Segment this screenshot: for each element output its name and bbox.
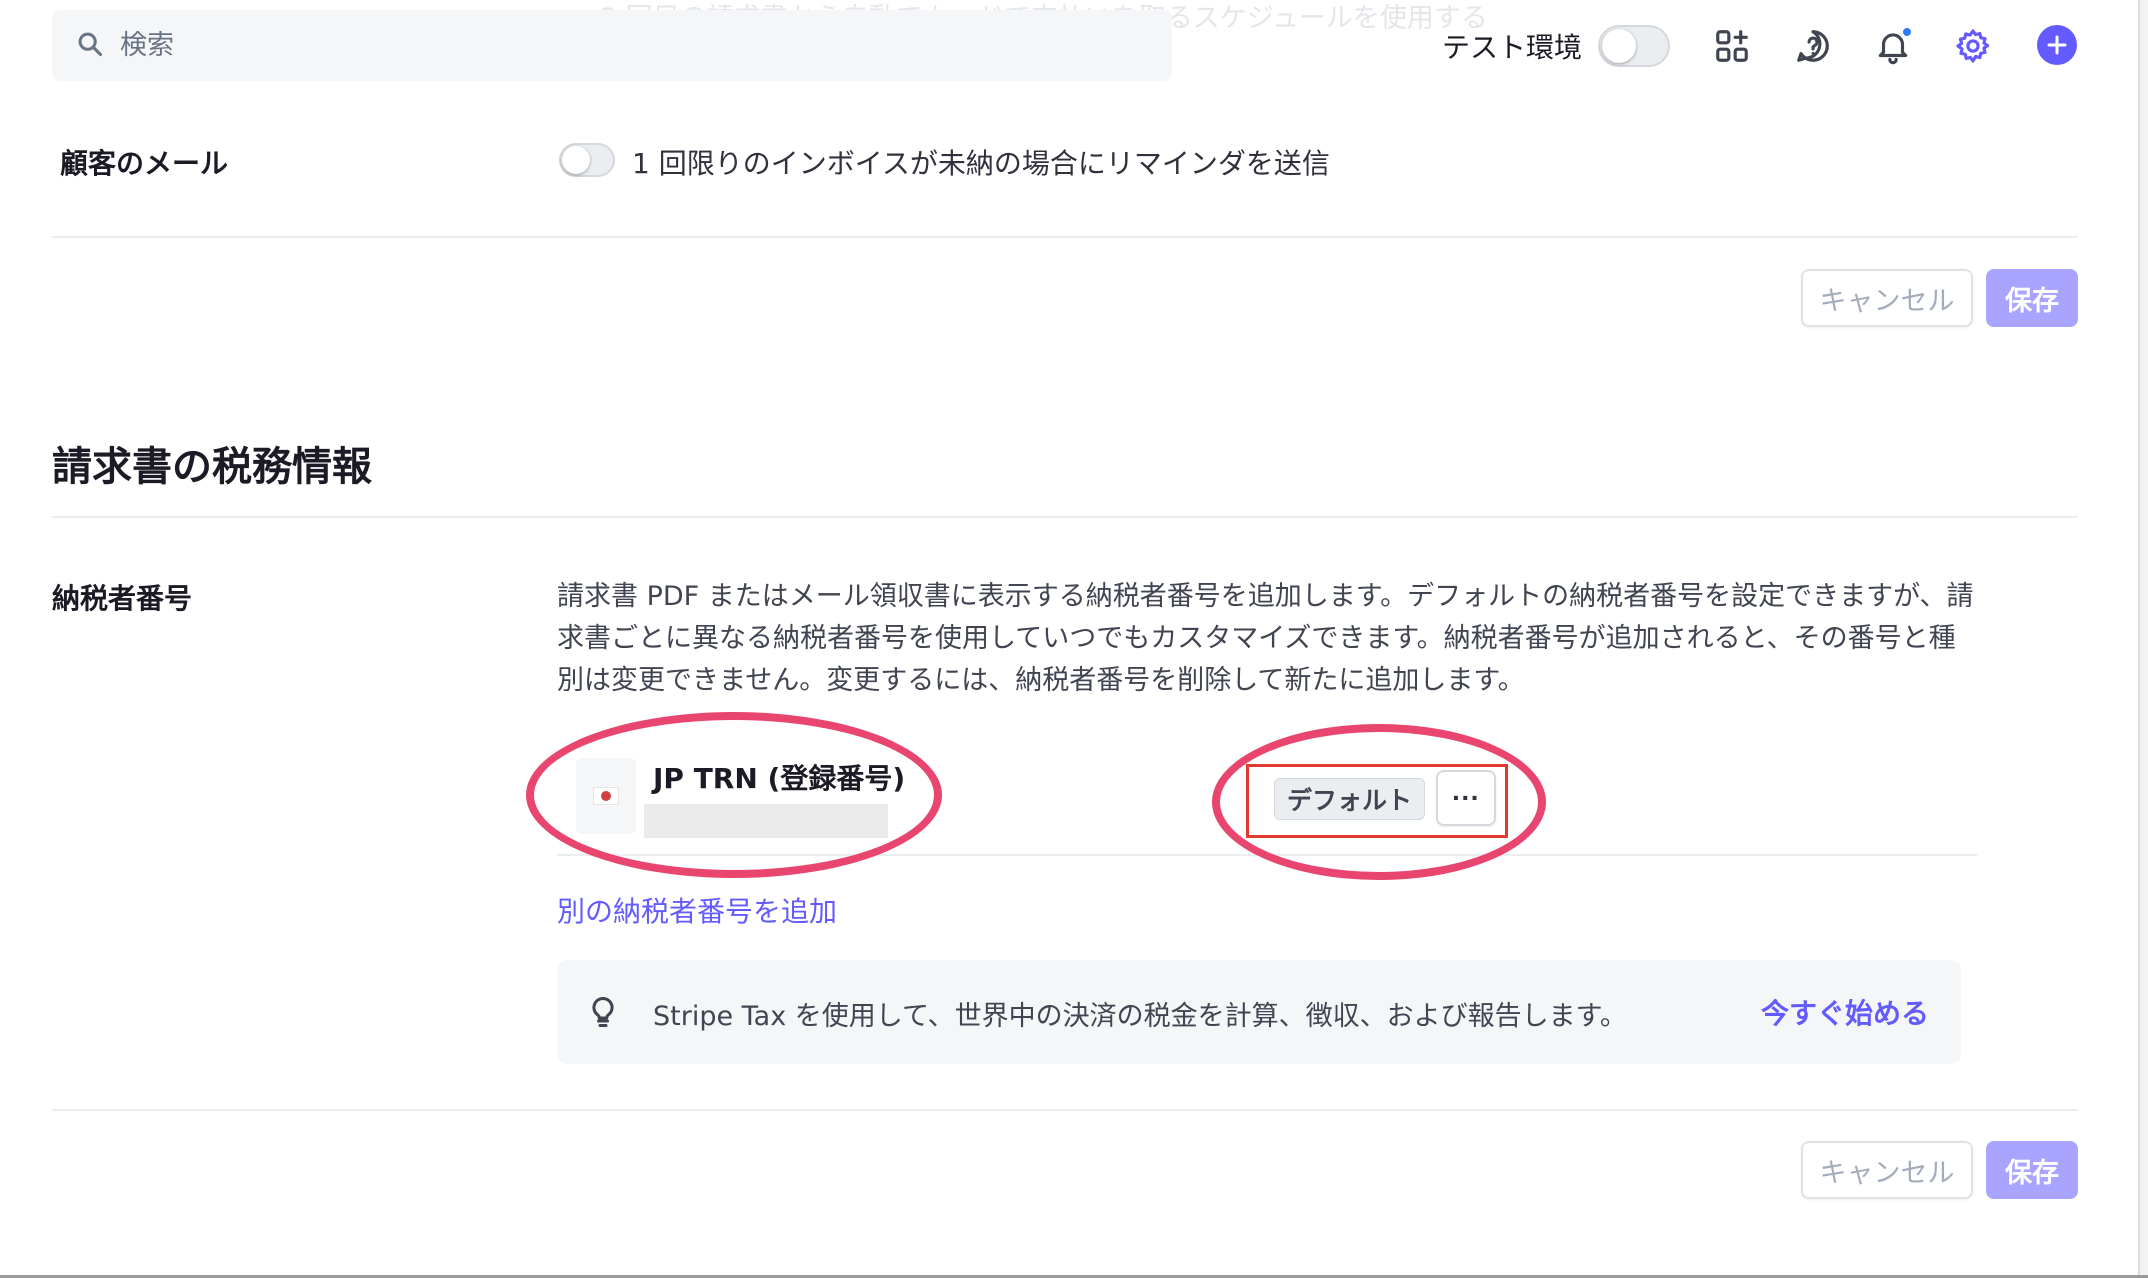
cancel-button[interactable]: キャンセル <box>1801 269 1973 327</box>
section-title: 請求書の税務情報 <box>52 444 372 490</box>
search-icon <box>76 30 104 62</box>
settings-page: 2 回目の請求書から自動でカードで支払いを取るスケジュールを使用する テスト環境 <box>0 0 2148 1275</box>
test-mode-label: テスト環境 <box>1442 31 1583 64</box>
customer-email-label: 顧客のメール <box>60 147 229 180</box>
toggle-knob <box>1602 29 1637 63</box>
toggle-knob <box>562 146 590 174</box>
notification-dot <box>1901 26 1913 38</box>
stripe-tax-banner: Stripe Tax を使用して、世界中の決済の税金を計算、徴収、および報告しま… <box>557 960 1961 1064</box>
reminder-toggle-label: 1 回限りのインボイスが未納の場合にリマインダを送信 <box>632 147 1330 180</box>
divider <box>52 516 2078 518</box>
test-mode-control: テスト環境 <box>1442 24 1671 68</box>
search-bar[interactable] <box>52 10 1172 81</box>
divider <box>52 1109 2078 1111</box>
save-button[interactable]: 保存 <box>1986 269 2078 327</box>
tax-id-description: 請求書 PDF またはメール領収書に表示する納税者番号を追加します。デフォルトの… <box>557 581 1974 696</box>
plus-icon <box>2047 35 2067 55</box>
save-button[interactable]: 保存 <box>1986 1141 2078 1199</box>
search-input[interactable] <box>120 30 1120 61</box>
get-started-link[interactable]: 今すぐ始める <box>1761 992 1929 1032</box>
stripe-tax-text: Stripe Tax を使用して、世界中の決済の税金を計算、徴収、および報告しま… <box>653 1001 1627 1032</box>
reminder-toggle[interactable] <box>559 143 615 177</box>
add-tax-id-link[interactable]: 別の納税者番号を追加 <box>557 890 837 930</box>
divider <box>52 236 2078 238</box>
page: 2 回目の請求書から自動でカードで支払いを取るスケジュールを使用する テスト環境 <box>0 0 2148 1278</box>
gear-icon[interactable] <box>1951 24 1995 68</box>
cancel-button[interactable]: キャンセル <box>1801 1141 1973 1199</box>
tax-id-label: 納税者番号 <box>52 582 193 615</box>
annotation-circle <box>1212 724 1546 880</box>
scrollbar[interactable] <box>2138 0 2148 1275</box>
help-icon[interactable] <box>1791 24 1835 68</box>
apps-grid-icon[interactable] <box>1710 24 1754 68</box>
create-button[interactable] <box>2037 25 2077 65</box>
bell-icon[interactable] <box>1871 24 1915 68</box>
annotation-circle <box>526 712 942 878</box>
test-mode-toggle[interactable] <box>1598 25 1671 67</box>
lightbulb-icon <box>592 996 614 1027</box>
